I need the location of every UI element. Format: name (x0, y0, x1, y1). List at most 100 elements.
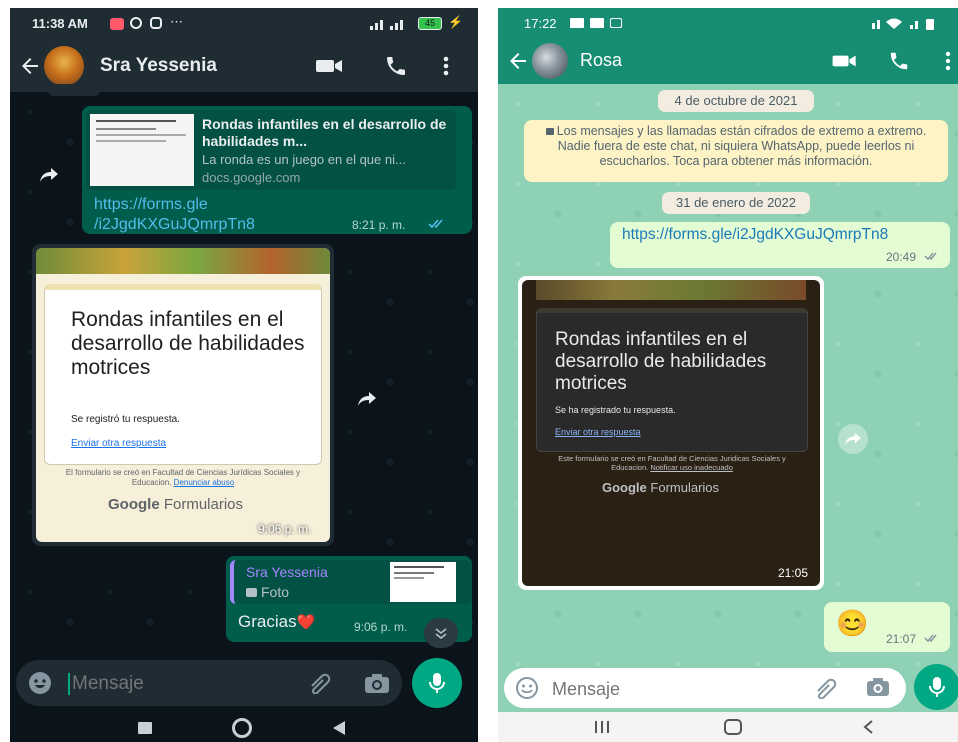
message-input[interactable] (550, 673, 754, 705)
link-url[interactable]: https://forms.gle/i2JgdKXGuJQmrpTn8 (622, 226, 888, 244)
quoted-type: Foto (246, 584, 289, 600)
signal-wifi-icon (870, 17, 940, 31)
status-bar: 17:22 (498, 8, 958, 38)
phone-icon[interactable] (888, 50, 910, 72)
encryption-notice[interactable]: Los mensajes y las llamadas están cifrad… (524, 120, 948, 182)
link-url-line-2[interactable]: /i2JgdKXGuJQmrpTn8 (94, 216, 255, 234)
video-call-icon[interactable] (832, 53, 858, 69)
mic-icon[interactable] (412, 658, 462, 708)
forward-icon[interactable] (34, 160, 64, 190)
form-subtitle: Se registró tu respuesta. (71, 414, 180, 425)
form-subtitle: Se ha registrado tu respuesta. (555, 405, 676, 415)
chat-area[interactable]: 4 de octubre de 2021 Los mensajes y las … (498, 84, 958, 692)
photo-icon (246, 588, 257, 597)
avatar[interactable] (532, 43, 568, 79)
system-nav-bar (10, 712, 478, 742)
google-forms-logo: Google Formularios (602, 480, 720, 495)
date-chip: 31 de enero de 2022 (662, 192, 810, 214)
chat-header: Rosa (498, 38, 958, 84)
nav-square-icon[interactable] (138, 722, 152, 734)
phone-icon[interactable] (384, 54, 408, 78)
nav-back-icon[interactable] (862, 719, 874, 735)
link-preview-thumbnail (90, 114, 194, 186)
status-bar: 11:38 AM ⋯ 45 ⚡ (10, 8, 478, 40)
image-message-bubble[interactable]: Rondas infantiles en el desarrollo de ha… (518, 276, 824, 590)
form-link: Enviar otra respuesta (555, 427, 641, 437)
camera-icon[interactable] (866, 677, 890, 697)
nav-recents-icon[interactable] (594, 720, 610, 734)
forward-icon[interactable] (838, 424, 868, 454)
emoji-icon[interactable] (28, 671, 52, 695)
emoji-message: 😊 (836, 608, 869, 638)
form-footer: Este formulario se creó en Facultad de C… (552, 454, 792, 472)
form-screenshot-image[interactable]: Rondas infantiles en el desarrollo de ha… (522, 280, 820, 586)
avatar[interactable] (44, 46, 84, 86)
double-check-icon (924, 633, 942, 643)
form-header-illustration (536, 280, 806, 300)
link-preview-domain: docs.google.com (202, 170, 301, 185)
notification-app-icon (110, 18, 124, 30)
video-call-icon[interactable] (316, 57, 344, 75)
folder-icon (590, 18, 604, 28)
double-check-icon (428, 218, 448, 229)
nav-back-icon[interactable] (332, 720, 346, 736)
status-time: 11:38 AM (32, 16, 88, 31)
date-chip: 4 de octubre de 2021 (658, 90, 814, 112)
left-phone-screen: 11:38 AM ⋯ 45 ⚡ Sra Yessenia Rondas infa… (10, 8, 478, 742)
form-title: Rondas infantiles en el desarrollo de ha… (71, 308, 305, 379)
google-forms-logo: Google Formularios (108, 496, 244, 513)
more-notifications-icon: ⋯ (170, 14, 183, 29)
nav-circle-icon[interactable] (232, 718, 252, 738)
notification-instagram-icon (150, 17, 162, 29)
contact-name[interactable]: Rosa (580, 50, 622, 71)
form-card: Rondas infantiles en el desarrollo de ha… (44, 284, 322, 465)
link-preview[interactable]: Rondas infantiles en el desarrollo de ha… (86, 110, 456, 190)
attach-icon[interactable] (814, 677, 840, 699)
right-phone-screen: 17:22 Rosa 4 de octubre de 2021 Los mens… (498, 8, 958, 742)
form-card: Rondas infantiles en el desarrollo de ha… (536, 308, 808, 452)
nav-circle-icon[interactable] (724, 719, 742, 735)
link-preview-title: Rondas infantiles en el desarrollo de ha… (202, 116, 447, 149)
message-input[interactable] (70, 668, 274, 700)
mic-icon[interactable] (914, 664, 958, 710)
form-link: Enviar otra respuesta (71, 438, 167, 449)
attach-icon[interactable] (308, 672, 334, 694)
emoji-icon[interactable] (516, 677, 538, 699)
form-footer: El formulario se creó en Facultad de Cie… (50, 468, 316, 488)
back-arrow-icon[interactable] (18, 54, 42, 78)
notification-threads-icon (130, 17, 142, 29)
forward-icon[interactable] (352, 384, 382, 414)
scroll-down-icon[interactable] (424, 618, 458, 648)
back-arrow-icon[interactable] (506, 49, 530, 73)
double-check-icon (924, 251, 942, 261)
chat-area[interactable]: Rondas infantiles en el desarrollo de ha… (10, 84, 478, 658)
form-header-illustration (36, 248, 330, 274)
system-nav-bar (498, 712, 958, 742)
quoted-sender: Sra Yessenia (246, 564, 328, 580)
quoted-message[interactable]: Sra Yessenia Foto (230, 560, 472, 604)
contact-name[interactable]: Sra Yessenia (100, 55, 217, 77)
camera-icon[interactable] (364, 672, 390, 694)
message-input-bar[interactable] (16, 660, 402, 706)
message-input-bar[interactable] (504, 668, 906, 708)
lock-icon (545, 128, 554, 135)
more-vert-icon[interactable] (944, 50, 952, 72)
form-title: Rondas infantiles en el desarrollo de ha… (555, 329, 767, 394)
form-footer-link: Notificar uso inadecuado (650, 463, 733, 472)
previous-message-sliver (48, 84, 100, 96)
form-footer-link: Denunciar abuso (173, 478, 235, 487)
reply-text: Gracias❤️ (238, 612, 316, 631)
signal-icon (370, 18, 410, 30)
mail-icon (570, 18, 584, 28)
message-time: 9:06 p. m. (258, 522, 312, 536)
link-message-bubble[interactable]: https://forms.gle/i2JgdKXGuJQmrpTn8 20:4… (610, 222, 950, 268)
more-vert-icon[interactable] (442, 54, 450, 78)
link-url-line-1[interactable]: https://forms.gle (94, 196, 208, 214)
image-message-bubble[interactable]: Rondas infantiles en el desarrollo de ha… (32, 244, 334, 546)
cast-icon (610, 18, 622, 28)
form-screenshot-image[interactable]: Rondas infantiles en el desarrollo de ha… (36, 248, 330, 542)
link-message-bubble[interactable]: Rondas infantiles en el desarrollo de ha… (82, 106, 472, 234)
message-time: 9:06 p. m. (354, 620, 408, 634)
message-time: 8:21 p. m. (352, 218, 406, 232)
emoji-message-bubble[interactable]: 😊 21:07 (824, 602, 950, 652)
